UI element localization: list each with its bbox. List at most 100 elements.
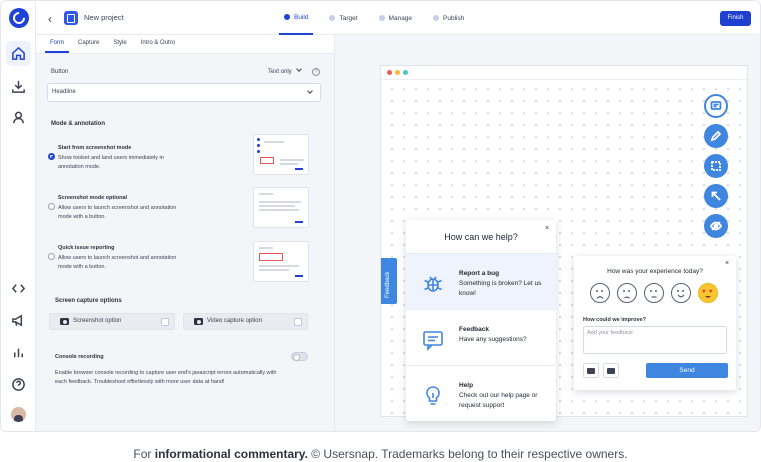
step-dot-icon	[433, 15, 440, 21]
pen-tool-button[interactable]	[704, 124, 728, 148]
camera-icon	[60, 318, 69, 325]
rectangle-icon	[711, 161, 721, 171]
mode-title: Screenshot mode optional	[58, 195, 128, 201]
text-only-label: Text only	[268, 69, 292, 75]
pencil-icon	[710, 130, 722, 142]
improve-label: How could we improve?	[583, 317, 646, 323]
help-option-report-bug[interactable]: Report a bug Something is broken? Let us…	[406, 253, 556, 309]
tab-intro-outro[interactable]: Intro & Outro	[136, 35, 180, 53]
step-target[interactable]: Target	[324, 1, 362, 35]
mode-description: Show toolset and land users immediately …	[58, 155, 164, 170]
console-recording-toggle[interactable]	[291, 352, 308, 361]
download-icon[interactable]	[6, 74, 31, 99]
help-icon[interactable]: ?	[312, 68, 320, 76]
step-dot-icon	[329, 15, 336, 21]
mode-preview-image	[253, 187, 309, 228]
usersnap-logo-icon[interactable]	[9, 8, 29, 28]
screenshot-option-checkbox[interactable]: Screenshot option	[49, 313, 175, 330]
help-widget-title: How can we help?	[444, 232, 518, 242]
left-rail	[1, 1, 36, 431]
step-dot-icon	[378, 15, 385, 21]
caption-prefix: For	[133, 447, 155, 461]
radio-button[interactable]	[48, 203, 55, 210]
megaphone-icon[interactable]	[6, 308, 31, 333]
home-icon[interactable]	[6, 41, 31, 66]
feedback-side-tab[interactable]: Feedback	[381, 258, 397, 304]
window-minimize-dot	[395, 70, 400, 75]
select-value: Headline	[52, 89, 76, 95]
mode-section-title: Mode & annotation	[51, 121, 105, 127]
widget-preview-area: Feedback How can we help? × Report a bug…	[335, 35, 760, 431]
blur-tool-button[interactable]	[704, 214, 728, 238]
tab-style[interactable]: Style	[108, 35, 131, 53]
help-option-desc: Have any suggestions?	[459, 336, 527, 343]
neutral-face-icon[interactable]	[644, 283, 664, 303]
help-option-title: Help	[459, 382, 474, 389]
help-widget: How can we help? × Report a bug Somethin…	[406, 220, 556, 421]
code-icon[interactable]	[6, 276, 31, 301]
eye-off-icon	[710, 221, 722, 231]
avatar[interactable]	[11, 407, 26, 422]
mode-preview-image	[253, 241, 309, 282]
close-icon[interactable]: ×	[725, 260, 729, 267]
feedback-tab-label: Feedback	[385, 271, 391, 298]
help-option-title: Report a bug	[459, 270, 500, 277]
window-close-dot	[387, 70, 392, 75]
step-build[interactable]: Build	[279, 1, 314, 35]
experience-title: How was your experience today?	[607, 268, 703, 275]
project-icon	[64, 11, 78, 25]
arrow-icon	[711, 191, 721, 201]
checkbox[interactable]	[294, 318, 302, 326]
user-icon[interactable]	[6, 105, 31, 130]
comment-tool-button[interactable]	[704, 94, 728, 118]
window-maximize-dot	[403, 70, 408, 75]
button-style-select[interactable]: Headline	[47, 83, 321, 102]
mode-preview-image	[253, 134, 309, 175]
help-option-help[interactable]: Help Check out our help page or request …	[406, 365, 556, 421]
screenshot-option-label: Screenshot option	[73, 318, 122, 324]
send-button[interactable]: Send	[646, 363, 728, 378]
step-label: Build	[294, 13, 309, 21]
step-publish[interactable]: Publish	[428, 1, 469, 35]
help-option-desc: Check out our help page or request suppo…	[459, 392, 538, 409]
settings-tabs: Form Capture Style Intro & Outro	[36, 35, 334, 54]
rectangle-tool-button[interactable]	[704, 154, 728, 178]
video-option-checkbox[interactable]: Video capture option	[183, 313, 308, 330]
step-label: Manage	[388, 14, 413, 22]
video-attach-button[interactable]	[603, 363, 619, 378]
project-title[interactable]: New project	[84, 13, 124, 22]
feedback-textarea[interactable]: Add your feedback	[583, 326, 727, 354]
radio-button[interactable]	[48, 153, 55, 160]
tab-form[interactable]: Form	[45, 35, 69, 53]
video-option-label: Video capture option	[207, 318, 262, 324]
bar-chart-icon[interactable]	[6, 340, 31, 365]
chat-icon	[421, 328, 445, 352]
help-circle-icon[interactable]	[6, 372, 31, 397]
close-icon[interactable]: ×	[545, 225, 549, 232]
tab-capture[interactable]: Capture	[73, 35, 104, 53]
step-manage[interactable]: Manage	[374, 1, 418, 35]
screenshot-attach-button[interactable]	[583, 363, 599, 378]
caption-bold: informational commentary.	[154, 447, 308, 461]
help-option-feedback[interactable]: Feedback Have any suggestions?	[406, 309, 556, 365]
very-sad-face-icon[interactable]	[590, 283, 610, 303]
arrow-tool-button[interactable]	[704, 184, 728, 208]
help-option-desc: Something is broken? Let us know!	[459, 280, 542, 297]
radio-button[interactable]	[48, 253, 55, 260]
camera-icon	[587, 368, 595, 374]
back-arrow-icon[interactable]: ‹	[48, 12, 52, 26]
video-camera-icon	[607, 368, 615, 374]
text-only-dropdown[interactable]: Text only	[268, 66, 302, 75]
happy-face-icon[interactable]	[671, 283, 691, 303]
finish-button[interactable]: Finish	[720, 11, 751, 26]
checkbox[interactable]	[161, 318, 169, 326]
mode-description: Allow users to launch screenshot and ann…	[58, 255, 177, 270]
top-bar: ‹ New project Build Target Manage Publis…	[36, 1, 760, 35]
console-recording-description: Enable browser console recording to capt…	[55, 370, 277, 385]
heart-eyes-face-icon[interactable]: ♥ ♥	[698, 283, 718, 303]
sad-face-icon[interactable]	[617, 283, 637, 303]
chevron-down-icon	[307, 88, 313, 94]
mode-title: Start from screenshot mode	[58, 145, 132, 151]
settings-panel: Form Capture Style Intro & Outro Button …	[36, 35, 335, 431]
app-window: ‹ New project Build Target Manage Publis…	[0, 0, 761, 432]
